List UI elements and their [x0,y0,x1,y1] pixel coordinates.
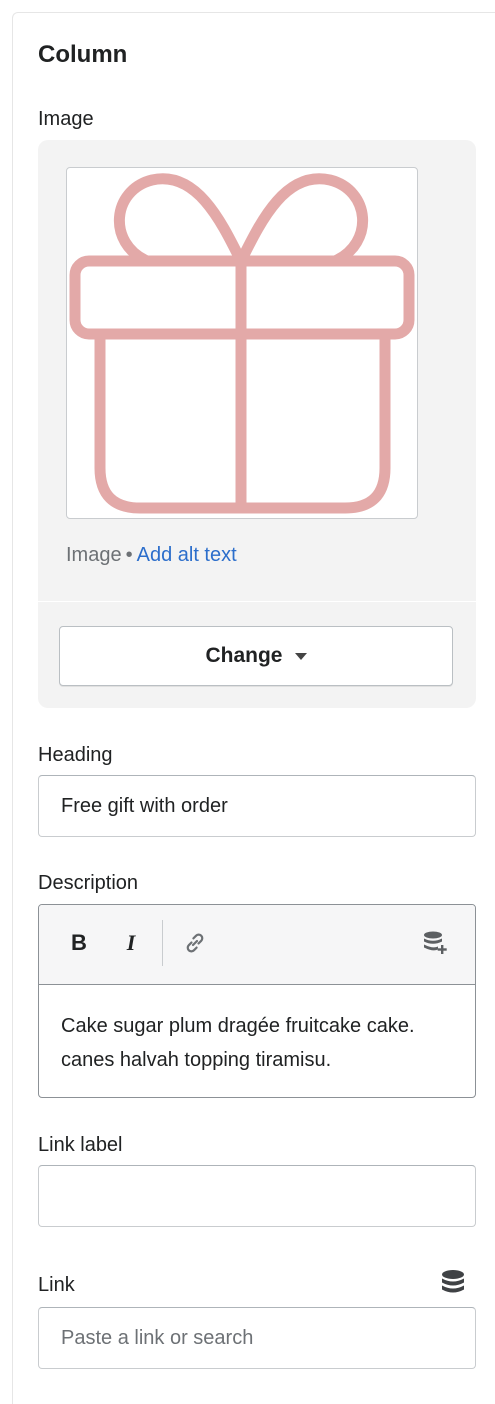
meta-separator: • [125,544,133,566]
image-label: Image [38,108,94,130]
image-preview[interactable] [66,167,418,519]
section-title: Column [38,41,128,68]
link-icon [186,933,204,953]
link-dynamic-source-button[interactable] [438,1268,468,1298]
link-label: Link [38,1274,75,1296]
caret-down-icon [294,652,307,660]
heading-label: Heading [38,744,113,766]
image-type-text: Image [66,544,122,566]
link-input[interactable] [38,1307,476,1369]
description-label: Description [38,872,139,894]
add-alt-text-link[interactable]: Add alt text [137,544,237,566]
toolbar-divider [162,920,163,966]
change-image-button[interactable]: Change [59,626,453,686]
description-text[interactable]: Cake sugar plum dragée fruitcake cake. c… [61,1009,461,1077]
database-plus-icon [424,931,447,954]
bold-button[interactable]: B [61,925,97,961]
italic-button[interactable]: I [113,925,149,961]
database-icon [442,1270,464,1293]
card-divider [38,601,476,602]
link-label-input[interactable] [38,1165,476,1227]
insert-link-button[interactable] [177,925,213,961]
image-picker: Image • Add alt text Change [38,140,476,708]
description-editor[interactable]: B I Cake sugar plum dragée fruitcake cak… [38,904,476,1098]
link-label-label: Link label [38,1134,123,1156]
insert-dynamic-source-button[interactable] [417,925,453,961]
image-meta: Image • Add alt text [66,542,237,568]
heading-input[interactable] [38,775,476,837]
change-button-label: Change [205,644,283,667]
link-label-row: Link [38,1268,476,1304]
rte-toolbar: B I [39,905,475,985]
gift-icon [69,173,415,514]
